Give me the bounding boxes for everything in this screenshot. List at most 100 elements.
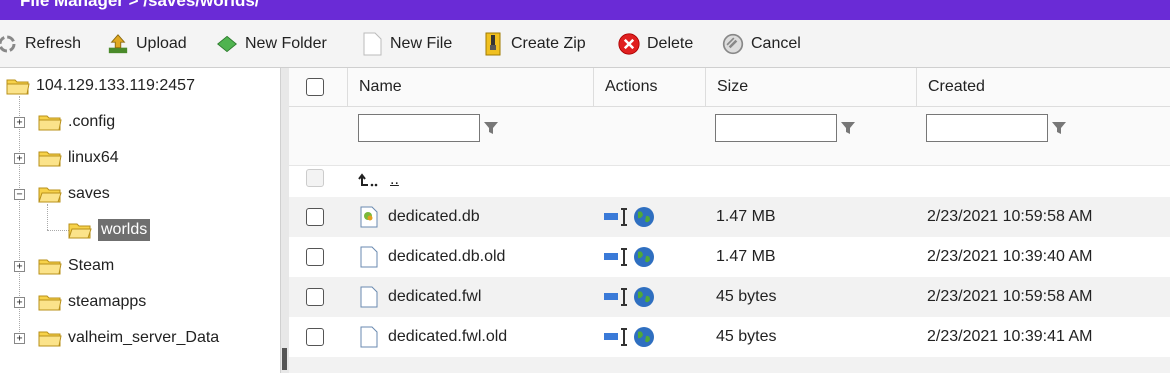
create-zip-button[interactable]: Create Zip xyxy=(482,20,586,67)
table-row[interactable]: dedicated.db.old 1.47 MB 2/23/2021 10:39… xyxy=(289,237,1170,277)
parent-cell[interactable]: .. xyxy=(358,160,399,200)
toolbar: Refresh Upload New Folder New File Creat… xyxy=(0,20,1170,68)
select-all-cell xyxy=(289,68,348,106)
rename-icon[interactable] xyxy=(603,247,629,267)
folder-open-icon xyxy=(38,187,62,203)
up-folder-icon xyxy=(358,173,378,187)
file-created: 2/23/2021 10:59:58 AM xyxy=(927,208,1093,225)
actions-cell xyxy=(603,237,655,277)
new-folder-icon xyxy=(216,33,238,55)
expand-icon[interactable]: + xyxy=(14,261,25,272)
column-header-created[interactable]: Created xyxy=(917,68,1170,106)
upload-label: Upload xyxy=(136,34,187,52)
upload-icon xyxy=(107,33,129,55)
globe-icon[interactable] xyxy=(633,286,655,308)
table-row[interactable]: dedicated.db 1.47 MB 2/23/2021 10:59:58 … xyxy=(289,197,1170,237)
file-created: 2/23/2021 10:39:41 AM xyxy=(927,328,1093,345)
delete-button[interactable]: Delete xyxy=(618,20,693,67)
new-folder-button[interactable]: New Folder xyxy=(216,20,327,67)
tree-item-steam[interactable]: Steam xyxy=(38,253,114,279)
filter-icon[interactable] xyxy=(1051,120,1067,136)
expand-icon[interactable]: + xyxy=(14,117,25,128)
new-folder-label: New Folder xyxy=(245,34,327,52)
collapse-icon[interactable]: − xyxy=(14,189,25,200)
tree-item-config[interactable]: .config xyxy=(38,109,115,135)
globe-icon[interactable] xyxy=(633,206,655,228)
file-icon xyxy=(360,326,378,348)
folder-icon xyxy=(38,295,62,311)
column-header-size[interactable]: Size xyxy=(706,68,917,106)
tree-root[interactable]: 104.129.133.119:2457 xyxy=(6,73,195,99)
file-name-cell[interactable]: dedicated.db.old xyxy=(360,237,505,277)
file-name: dedicated.db.old xyxy=(388,248,506,265)
actions-cell xyxy=(603,317,655,357)
file-created: 2/23/2021 10:59:58 AM xyxy=(927,288,1093,305)
folder-icon xyxy=(38,331,62,347)
tree-item-label: steamapps xyxy=(68,293,147,310)
filter-icon[interactable] xyxy=(483,120,499,136)
row-checkbox[interactable] xyxy=(306,248,324,266)
grid-empty-area xyxy=(289,357,1170,373)
tree-item-saves[interactable]: saves xyxy=(38,181,110,207)
row-checkbox[interactable] xyxy=(306,288,324,306)
tree-item-linux64[interactable]: linux64 xyxy=(38,145,119,171)
grid-header: Name Actions Size Created xyxy=(289,68,1170,107)
refresh-icon xyxy=(0,33,18,55)
column-header-actions: Actions xyxy=(594,68,706,106)
column-size-label: Size xyxy=(717,78,749,95)
tree-item-label: Steam xyxy=(68,257,115,274)
file-name-cell[interactable]: dedicated.fwl xyxy=(360,277,481,317)
upload-button[interactable]: Upload xyxy=(107,20,187,67)
file-size: 1.47 MB xyxy=(716,208,776,225)
folder-icon xyxy=(6,79,30,95)
tree-root-label: 104.129.133.119:2457 xyxy=(36,77,195,94)
name-filter-input[interactable] xyxy=(358,114,480,142)
file-name: dedicated.fwl.old xyxy=(388,328,508,345)
row-checkbox[interactable] xyxy=(306,208,324,226)
globe-icon[interactable] xyxy=(633,326,655,348)
tree-item-label: valheim_server_Data xyxy=(68,329,220,346)
file-name-cell[interactable]: dedicated.fwl.old xyxy=(360,317,507,357)
table-row[interactable]: dedicated.fwl 45 bytes 2/23/2021 10:59:5… xyxy=(289,277,1170,317)
new-file-icon xyxy=(361,32,383,55)
globe-icon[interactable] xyxy=(633,246,655,268)
tree-item-worlds[interactable]: worlds xyxy=(68,217,151,243)
tree-item-label: linux64 xyxy=(68,149,119,166)
rename-icon[interactable] xyxy=(603,207,629,227)
tree-item-label: saves xyxy=(68,185,110,202)
file-size: 45 bytes xyxy=(716,288,777,305)
create-zip-label: Create Zip xyxy=(511,34,586,52)
file-name-cell[interactable]: dedicated.db xyxy=(360,197,480,237)
rename-icon[interactable] xyxy=(603,287,629,307)
folder-icon xyxy=(38,115,62,131)
tree-item-valheim-server-data[interactable]: valheim_server_Data xyxy=(38,325,219,351)
parent-row[interactable]: .. xyxy=(289,160,1170,200)
refresh-button[interactable]: Refresh xyxy=(0,20,81,67)
table-row[interactable]: dedicated.fwl.old 45 bytes 2/23/2021 10:… xyxy=(289,317,1170,357)
tree-item-steamapps[interactable]: steamapps xyxy=(38,289,146,315)
rename-icon[interactable] xyxy=(603,327,629,347)
expand-icon[interactable]: + xyxy=(14,297,25,308)
cancel-button[interactable]: Cancel xyxy=(722,20,801,67)
splitter-grip[interactable] xyxy=(282,348,287,370)
zip-icon xyxy=(482,32,504,55)
tree-item-label: .config xyxy=(68,113,116,130)
new-file-button[interactable]: New File xyxy=(361,20,452,67)
tree-item-label-selected: worlds xyxy=(98,219,151,241)
created-filter-input[interactable] xyxy=(926,114,1048,142)
column-created-label: Created xyxy=(928,78,985,95)
row-checkbox-disabled xyxy=(306,169,324,187)
column-actions-label: Actions xyxy=(605,78,658,95)
file-name: dedicated.db xyxy=(388,208,480,225)
expand-icon[interactable]: + xyxy=(14,333,25,344)
filter-icon[interactable] xyxy=(840,120,856,136)
parent-link[interactable]: .. xyxy=(390,171,399,189)
file-created: 2/23/2021 10:39:40 AM xyxy=(927,248,1093,265)
row-checkbox[interactable] xyxy=(306,328,324,346)
column-header-name[interactable]: Name xyxy=(348,68,594,106)
select-all-checkbox[interactable] xyxy=(306,78,324,96)
cancel-icon xyxy=(722,33,744,55)
refresh-label: Refresh xyxy=(25,34,82,52)
size-filter-input[interactable] xyxy=(715,114,837,142)
expand-icon[interactable]: + xyxy=(14,153,25,164)
